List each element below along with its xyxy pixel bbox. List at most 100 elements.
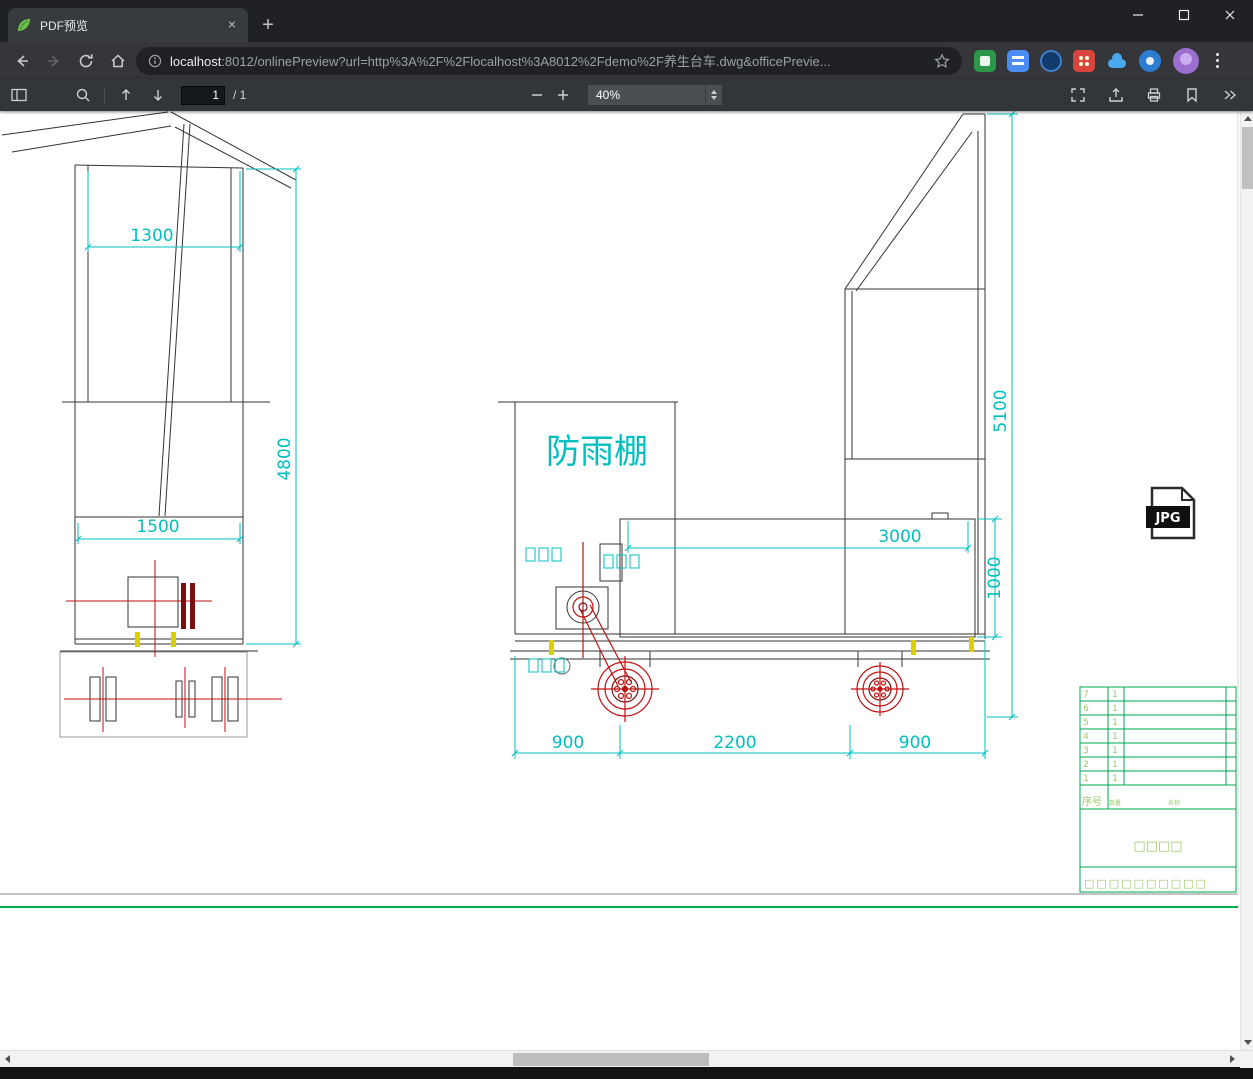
back-button[interactable] <box>8 47 36 75</box>
zoom-out-icon[interactable] <box>524 82 550 108</box>
dim-label-900-right: 900 <box>899 733 931 753</box>
scroll-right-icon[interactable] <box>1230 1055 1235 1063</box>
scroll-left-icon[interactable] <box>5 1055 10 1063</box>
tab-pdf-preview[interactable]: PDF预览 × <box>8 8 248 42</box>
pdf-toolbar: / 1 40% <box>0 79 1253 111</box>
print-icon[interactable] <box>1141 82 1167 108</box>
side-view-red <box>572 542 909 722</box>
tb-row-num: 3 <box>1083 746 1089 756</box>
zoom-controls: 40% <box>524 79 722 111</box>
extension-navy-circle-icon[interactable] <box>1040 49 1062 72</box>
bookmark-star-icon[interactable] <box>934 52 950 69</box>
tb-row-num: 2 <box>1083 760 1089 770</box>
tb-row-qty: 1 <box>1112 760 1118 770</box>
reload-button[interactable] <box>72 47 100 75</box>
jpg-file-icon: JPG <box>1146 486 1196 540</box>
browser-window: PDF预览 × + localhost:8012/onlinePreview?u… <box>0 0 1253 1079</box>
window-bottom-edge <box>0 1067 1253 1079</box>
page-number-input[interactable] <box>181 85 225 105</box>
url-rest: :8012/onlinePreview?url=http%3A%2F%2Floc… <box>221 54 831 69</box>
tb-bottom-text: □□□□□□□□□□ <box>1084 877 1208 890</box>
tb-row-qty: 1 <box>1112 774 1118 784</box>
cad-drawing: 1300 4800 1500 防雨棚 3000 1000 5100 900 22… <box>0 111 1239 908</box>
bookmark-icon[interactable] <box>1179 82 1205 108</box>
toolbar-divider <box>104 87 105 103</box>
search-icon[interactable] <box>70 82 96 108</box>
browser-menu-icon[interactable] <box>1209 49 1225 73</box>
tb-row-qty: 1 <box>1112 732 1118 742</box>
pdf-toolbar-right <box>1065 82 1247 108</box>
forward-button[interactable] <box>40 47 68 75</box>
tb-row-qty: 1 <box>1112 690 1118 700</box>
tb-row-num: 5 <box>1083 718 1089 728</box>
scrollbar-corner <box>1240 1051 1253 1068</box>
jpg-label: JPG <box>1154 511 1180 526</box>
dim-label-1500: 1500 <box>136 517 179 537</box>
front-view <box>1 111 297 738</box>
tab-title: PDF预览 <box>40 18 89 33</box>
tb-row-num: 1 <box>1083 774 1089 784</box>
tb-row-num: 4 <box>1083 732 1089 742</box>
tb-header-qty: 数量 <box>1109 799 1121 807</box>
url-text[interactable]: localhost:8012/onlinePreview?url=http%3A… <box>170 51 934 70</box>
vertical-scrollbar-thumb[interactable] <box>1242 127 1253 189</box>
side-view-yellow <box>549 637 974 655</box>
front-view-dims <box>74 165 301 648</box>
pdf-page: 1300 4800 1500 防雨棚 3000 1000 5100 900 22… <box>0 111 1253 1050</box>
tb-row-qty: 1 <box>1112 704 1118 714</box>
canopy-label: 防雨棚 <box>546 432 648 472</box>
zoom-select-arrows-icon <box>705 85 722 105</box>
close-button[interactable] <box>1207 0 1253 30</box>
horizontal-scrollbar[interactable] <box>0 1050 1253 1068</box>
url-host: localhost <box>170 54 222 69</box>
dim-label-1300: 1300 <box>130 226 173 246</box>
tb-header-name: 名称 <box>1168 799 1180 807</box>
tab-close-icon[interactable]: × <box>224 17 240 33</box>
tb-row-qty: 1 <box>1112 718 1118 728</box>
title-block <box>1079 686 1237 893</box>
translate-extension-icon[interactable] <box>1007 49 1029 72</box>
front-view-darkred <box>181 583 195 629</box>
home-button[interactable] <box>104 47 132 75</box>
save-icon[interactable] <box>1103 82 1129 108</box>
zoom-in-icon[interactable] <box>550 82 576 108</box>
more-tools-icon[interactable] <box>1217 82 1243 108</box>
info-icon[interactable] <box>148 54 162 68</box>
sidebar-toggle-icon[interactable] <box>6 82 32 108</box>
zoom-value: 40% <box>596 88 621 102</box>
maximize-button[interactable] <box>1161 0 1207 30</box>
horizontal-scrollbar-thumb[interactable] <box>513 1053 709 1066</box>
previous-page-icon[interactable] <box>113 82 139 108</box>
vertical-scrollbar[interactable] <box>1240 111 1253 1050</box>
new-tab-button[interactable]: + <box>254 11 282 39</box>
fullscreen-icon[interactable] <box>1065 82 1091 108</box>
title-block-text: 7 1 6 1 5 1 4 1 3 1 2 1 1 1 序号 数量 名称 □□□… <box>1082 690 1208 890</box>
dim-label-1000: 1000 <box>985 556 1005 599</box>
side-view <box>498 113 990 675</box>
dim-label-3000: 3000 <box>878 527 921 547</box>
cloud-extension-icon[interactable] <box>1106 50 1128 72</box>
page-total-label: / 1 <box>233 88 247 102</box>
tb-row-num: 7 <box>1083 690 1089 700</box>
url-bar[interactable]: localhost:8012/onlinePreview?url=http%3A… <box>136 46 962 75</box>
dim-label-900-left: 900 <box>552 733 584 753</box>
dim-label-5100: 5100 <box>991 389 1011 432</box>
tab-strip: PDF预览 × + <box>0 0 1253 42</box>
dim-label-4800: 4800 <box>275 437 295 480</box>
leaf-favicon-icon <box>18 19 30 31</box>
extensions-bar <box>974 49 1161 72</box>
dim-label-2200: 2200 <box>713 733 756 753</box>
minimize-button[interactable] <box>1115 0 1161 30</box>
next-page-icon[interactable] <box>145 82 171 108</box>
extension-green-icon[interactable] <box>974 49 996 72</box>
tb-row-qty: 1 <box>1112 746 1118 756</box>
navigation-bar: localhost:8012/onlinePreview?url=http%3A… <box>0 42 1253 79</box>
scroll-down-icon[interactable] <box>1244 1040 1252 1045</box>
tb-center-text: □□□□ <box>1133 839 1182 854</box>
extension-red-icon[interactable] <box>1073 49 1095 72</box>
window-controls <box>1115 0 1253 30</box>
profile-avatar[interactable] <box>1173 47 1199 74</box>
scroll-up-icon[interactable] <box>1244 116 1252 121</box>
extension-blue-circle-icon[interactable] <box>1139 49 1161 72</box>
zoom-select[interactable]: 40% <box>588 85 722 105</box>
